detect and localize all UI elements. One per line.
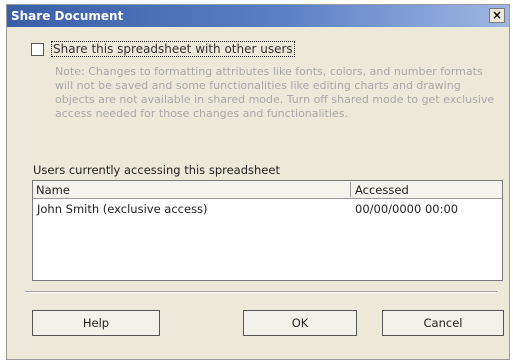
share-option[interactable]: Share this spreadsheet with other users [31,40,295,58]
users-label: Users currently accessing this spreadshe… [33,163,280,177]
users-list[interactable]: Name Accessed John Smith (exclusive acce… [32,180,503,281]
share-document-dialog: Share Document × Share this spreadsheet … [6,4,510,360]
user-name: John Smith (exclusive access) [37,202,208,216]
ok-button[interactable]: OK [243,310,357,336]
column-header-name[interactable]: Name [36,183,70,197]
title-bar[interactable]: Share Document × [7,5,509,27]
user-accessed-time: 00/00/0000 00:00 [355,202,459,216]
users-list-header: Name Accessed [33,181,502,199]
share-checkbox[interactable] [31,42,44,56]
share-note: Note: Changes to formatting attributes l… [55,65,495,120]
list-item[interactable]: John Smith (exclusive access) 00/00/0000… [33,201,502,217]
cancel-button[interactable]: Cancel [382,310,504,336]
close-icon: × [491,8,503,22]
help-button[interactable]: Help [32,310,160,336]
column-divider[interactable] [350,182,351,197]
dialog-title: Share Document [11,9,124,23]
divider [25,291,497,293]
close-button[interactable]: × [489,8,505,23]
share-checkbox-label[interactable]: Share this spreadsheet with other users [51,41,295,57]
column-header-accessed[interactable]: Accessed [355,183,409,197]
